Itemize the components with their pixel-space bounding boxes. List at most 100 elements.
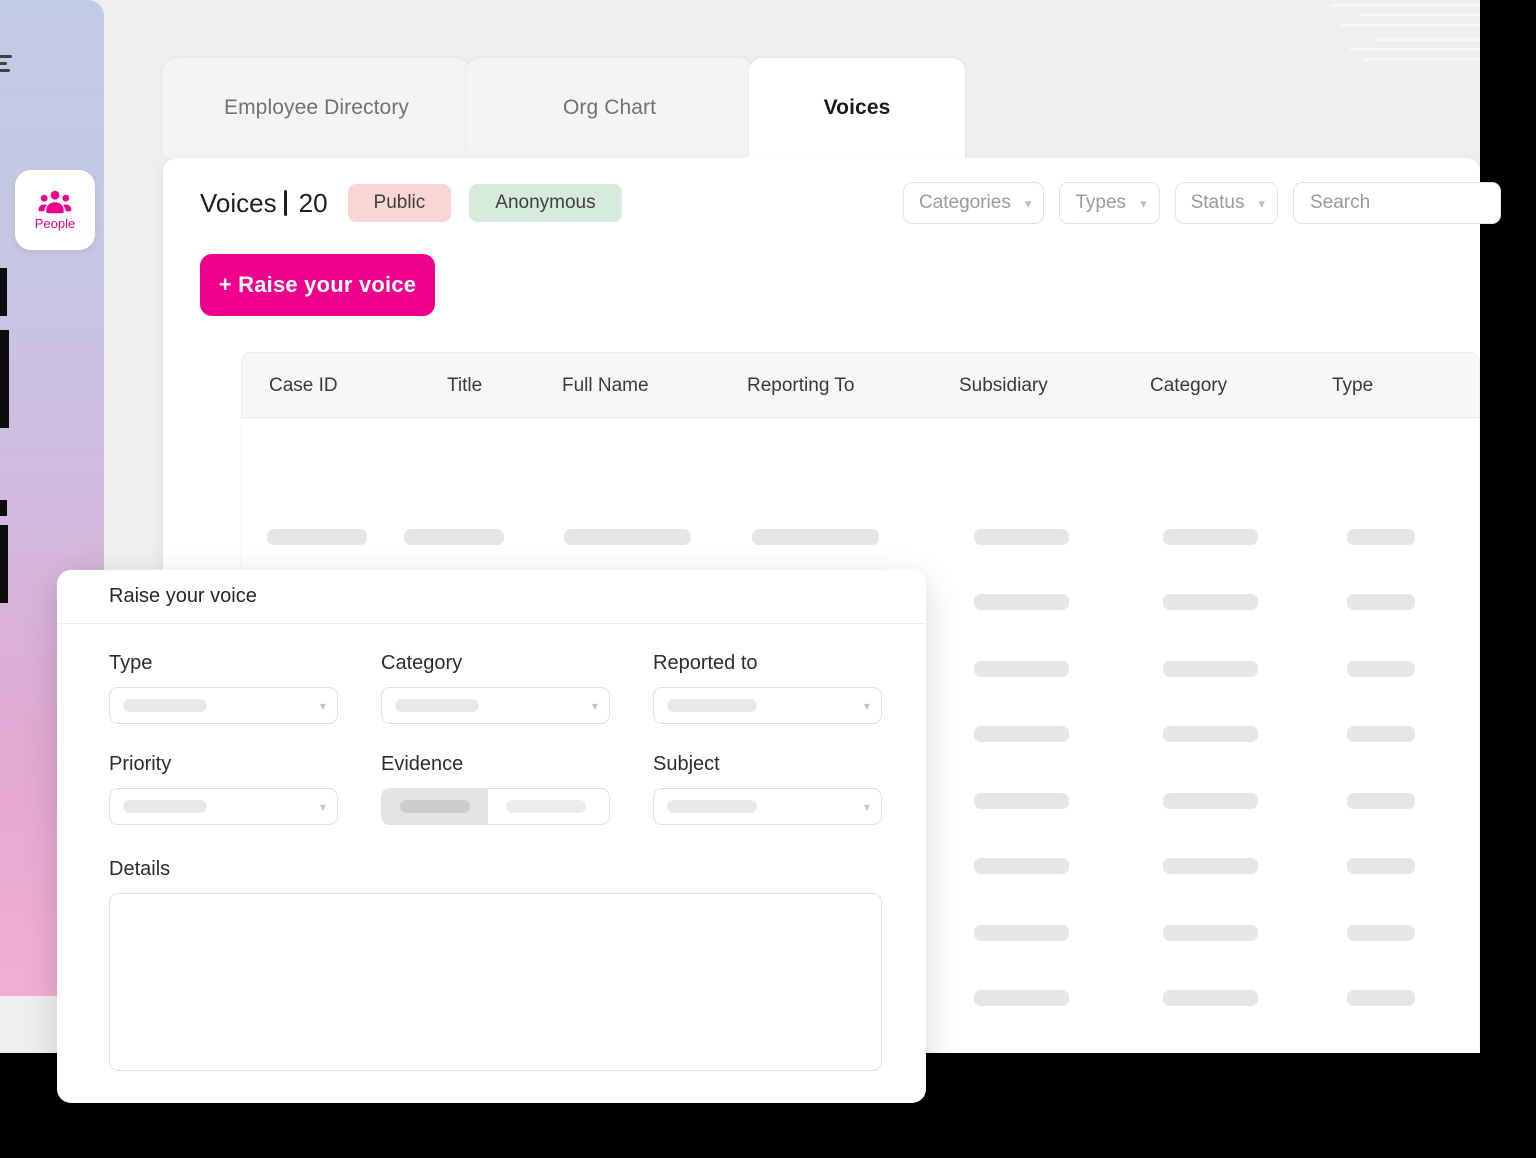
skeleton-cell [1347,594,1415,610]
form-row-2: Priority ▾ Evidence Subject ▾ [109,753,882,825]
dialog-header: Raise your voice [57,570,926,624]
skeleton-cell [1347,793,1415,809]
raise-your-voice-dialog: Raise your voice Type ▾ Category ▾ Repor… [57,570,926,1103]
chevron-down-icon: ▾ [319,698,326,713]
field-label: Category [381,652,463,674]
category-select[interactable]: ▾ [381,687,610,724]
column-header-category[interactable]: Category [1150,353,1227,419]
field-label: Evidence [381,753,464,775]
priority-select[interactable]: ▾ [109,788,338,825]
status-badge-anonymous[interactable]: Anonymous [469,184,622,222]
skeleton-cell [1347,925,1415,941]
column-header-subsidiary[interactable]: Subsidiary [959,353,1048,419]
tab-label: Org Chart [562,96,657,119]
chevron-down-icon: ▾ [863,799,870,814]
sidebar-item-label: People [34,216,76,231]
evidence-file-input[interactable] [381,788,610,825]
skeleton-cell [974,726,1069,742]
column-header-full-name[interactable]: Full Name [562,353,649,419]
skeleton-cell [1163,661,1258,677]
skeleton-cell [1163,529,1258,545]
decorative-streaks [1320,0,1480,70]
field-subject: Subject ▾ [653,753,882,825]
filter-types[interactable]: Types ▾ [1059,182,1160,224]
chevron-down-icon: ▾ [591,698,598,713]
field-label: Subject [653,753,720,775]
status-badge-public[interactable]: Public [347,184,452,222]
table-header-row: Case ID Title Full Name Reporting To Sub… [241,352,1480,418]
filter-status[interactable]: Status ▾ [1174,182,1278,224]
tab-employee-directory[interactable]: Employee Directory [163,58,470,158]
title-divider [283,190,287,216]
choose-file-button[interactable] [382,789,488,824]
field-label: Reported to [653,652,758,674]
skeleton-cell [1163,793,1258,809]
select-value-placeholder [667,699,757,712]
skeleton-cell [564,529,691,545]
skeleton-cell [752,529,879,545]
details-textarea[interactable] [109,893,882,1071]
skeleton-cell [974,529,1069,545]
tab-label: Employee Directory [223,96,410,119]
sidebar-edge-marks [0,0,10,996]
file-name-placeholder [488,800,609,813]
skeleton-cell [1163,925,1258,941]
type-select[interactable]: ▾ [109,687,338,724]
skeleton-cell [1347,529,1415,545]
field-label: Priority [109,753,172,775]
skeleton-cell [974,925,1069,941]
chevron-down-icon: ▾ [863,698,870,713]
column-header-reporting-to[interactable]: Reporting To [747,353,854,419]
chevron-down-icon: ▾ [319,799,326,814]
skeleton-cell [267,529,367,545]
skeleton-cell [974,594,1069,610]
sidebar-item-people[interactable]: People [15,170,95,250]
select-value-placeholder [123,800,207,813]
skeleton-cell [1163,594,1258,610]
dialog-title: Raise your voice [109,585,257,607]
page-title: Voices [200,187,277,218]
skeleton-cell [404,529,504,545]
field-reported-to: Reported to ▾ [653,652,882,724]
skeleton-cell [1347,726,1415,742]
dialog-body: Type ▾ Category ▾ Reported to ▾ Priority… [57,624,926,1071]
column-header-title[interactable]: Title [447,353,482,419]
chevron-down-icon: ▾ [1140,195,1147,211]
skeleton-cell [1163,990,1258,1006]
select-value-placeholder [667,800,757,813]
skeleton-cell [1347,990,1415,1006]
skeleton-cell [974,858,1069,874]
voices-count: 20 [298,187,328,218]
skeleton-cell [974,793,1069,809]
filter-bar: Categories ▾ Types ▾ Status ▾ [902,182,1501,224]
chevron-down-icon: ▾ [1024,195,1032,211]
field-priority: Priority ▾ [109,753,338,825]
search-input[interactable] [1293,182,1501,224]
filter-categories[interactable]: Categories ▾ [902,182,1045,224]
people-group-icon [38,190,72,214]
tab-org-chart[interactable]: Org Chart [466,58,753,158]
filter-label: Types [1075,192,1127,213]
field-label: Type [109,652,153,674]
filter-label: Status [1190,192,1245,213]
select-value-placeholder [123,699,207,712]
column-header-type[interactable]: Type [1332,353,1373,419]
details-label: Details [109,858,171,880]
skeleton-cell [1163,858,1258,874]
filter-label: Categories [918,192,1011,213]
skeleton-cell [1347,858,1415,874]
skeleton-cell [974,990,1069,1006]
raise-your-voice-button[interactable]: + Raise your voice [200,254,435,316]
subject-select[interactable]: ▾ [653,788,882,825]
skeleton-cell [1163,726,1258,742]
reported-to-select[interactable]: ▾ [653,687,882,724]
field-evidence: Evidence [381,753,610,825]
tab-voices[interactable]: Voices [749,58,965,158]
chevron-down-icon: ▾ [1258,195,1265,211]
form-row-1: Type ▾ Category ▾ Reported to ▾ [109,652,882,724]
column-header-case-id[interactable]: Case ID [269,353,338,419]
voices-toolbar: Voices 20 Public Anonymous [200,184,622,222]
skeleton-cell [1347,661,1415,677]
screenshot-root: People Employee Directory Org Chart Voic… [0,0,1536,1158]
field-category: Category ▾ [381,652,610,724]
